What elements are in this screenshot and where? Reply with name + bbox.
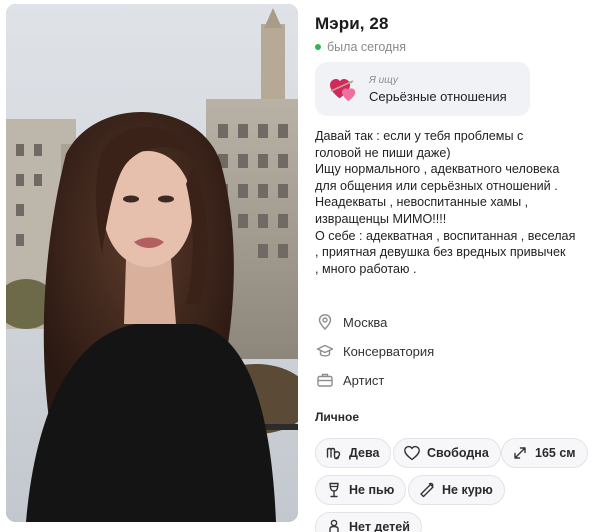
goal-caption: Я ищу [369, 74, 398, 86]
virgo-icon [325, 444, 343, 462]
tag-zodiac: Дева [315, 438, 392, 468]
status-dot-icon [315, 44, 321, 50]
tag-smoking: Не курю [408, 475, 505, 505]
tag-alcohol-text: Не пью [349, 483, 395, 497]
tag-smoking-text: Не курю [442, 483, 493, 497]
detail-education-text: Консерватория [343, 343, 435, 359]
dating-goal-card: Я ищу Серьёзные отношения [315, 62, 530, 116]
no-smoking-icon [418, 481, 436, 499]
profile-name-age: Мэри, 28 [315, 14, 389, 33]
detail-city-text: Москва [343, 314, 388, 330]
profile-photo-image [6, 4, 298, 522]
tag-children-text: Нет детей [349, 520, 410, 532]
detail-education: Консерватория [315, 342, 575, 360]
tag-relationship-text: Свободна [427, 446, 489, 460]
profile-info-panel: Мэри, 28 была сегодня Я ищу Серьёзные от… [315, 0, 600, 532]
online-status: была сегодня [315, 40, 406, 54]
detail-city: Москва [315, 313, 575, 331]
profile-photo[interactable] [6, 4, 298, 522]
baby-icon [325, 518, 343, 532]
graduation-cap-icon [316, 342, 334, 360]
tag-alcohol: Не пью [315, 475, 407, 505]
location-pin-icon [316, 313, 334, 331]
briefcase-icon [316, 371, 334, 389]
tag-relationship: Свободна [393, 438, 501, 468]
tag-zodiac-text: Дева [349, 446, 380, 460]
tag-height-text: 165 см [535, 446, 576, 460]
tag-children: Нет детей [315, 512, 422, 532]
about-text: Давай так : если у тебя проблемы с голов… [315, 129, 576, 276]
detail-job: Артист [315, 371, 575, 389]
hearts-icon [329, 75, 357, 103]
detail-job-text: Артист [343, 372, 385, 388]
personal-section-title: Личное [315, 410, 360, 424]
height-arrows-icon [511, 444, 529, 462]
wine-glass-icon [325, 481, 343, 499]
status-text: была сегодня [327, 40, 406, 54]
goal-value: Серьёзные отношения [369, 88, 507, 104]
tag-height: 165 см [501, 438, 588, 468]
heart-outline-icon [403, 444, 421, 462]
